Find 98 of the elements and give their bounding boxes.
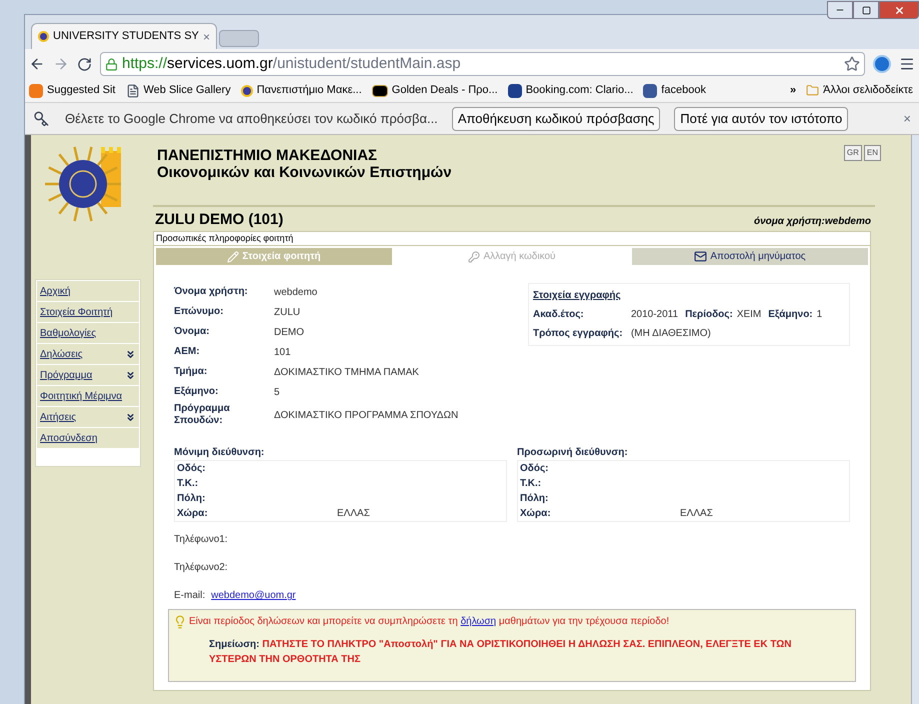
field-value: ZULU [274, 306, 300, 320]
sidebar-item[interactable]: Αρχική [37, 281, 139, 301]
field-label: Οδός: [520, 462, 550, 476]
university-name: Οικονομικών και Κοινωνικών Επιστημών [157, 164, 452, 181]
university-name: ΠΑΝΕΠΙΣΤΗΜΙΟ ΜΑΚΕΔΟΝΙΑΣ [157, 147, 378, 164]
field-value: 5 [274, 386, 280, 400]
phone-label: Τηλέφωνο1: [174, 533, 229, 547]
field-label: Τ.Κ.: [520, 477, 542, 491]
field-value: 101 [274, 346, 291, 360]
language-button[interactable]: GR [844, 145, 862, 161]
maximize-button[interactable] [853, 1, 879, 19]
field-label: Πρόγραμμα Σπουδών: [174, 403, 231, 427]
field-value: ΧΕΙΜ [736, 308, 762, 322]
tab-close-button[interactable]: × [202, 28, 210, 46]
field-label: Τμήμα: [174, 366, 208, 378]
sidebar-item[interactable]: Αποσύνδεση [37, 428, 139, 448]
field-label: Όνομα χρήστη: [174, 286, 249, 298]
bookmark-icon [29, 84, 43, 98]
menu-icon[interactable] [899, 56, 915, 72]
field-label: Χώρα: [177, 507, 209, 521]
url-text: https://services.uom.gr/unistudent/studentMain.asp [122, 54, 462, 74]
sidebar-item[interactable]: Πρόγραμμα [37, 365, 139, 385]
bookmark-link[interactable]: facebook [643, 82, 706, 99]
key-icon [468, 250, 480, 262]
browser-tab[interactable]: UNIVERSITY STUDENTS SY × [31, 23, 217, 49]
back-icon[interactable] [29, 56, 45, 72]
field-label: Εξάμηνο: [174, 386, 220, 398]
envelope-icon [694, 250, 708, 263]
sun-logo-icon [38, 31, 49, 42]
field-value: ΔΟΚΙΜΑΣΤΙΚΟ ΠΡΟΓΡΑΜΜΑ ΣΠΟΥΔΩΝ [274, 408, 458, 422]
pencil-icon [227, 250, 240, 262]
email-link[interactable]: webdemo@uom.gr [211, 588, 296, 603]
bookmark-icon [643, 84, 658, 98]
address-title: Μόνιμη διεύθυνση: [174, 446, 266, 460]
field-label: Περίοδος: [685, 308, 733, 322]
page-tab[interactable]: Αποστολή μηνύματος [632, 248, 868, 265]
bookmark-link[interactable]: Golden Deals - Προ... [372, 82, 498, 99]
bookmark-link[interactable]: Web Slice Gallery [126, 82, 231, 99]
field-label: Επώνυμο: [174, 306, 224, 318]
field-value: ΕΛΛΑΣ [337, 507, 370, 521]
extension-icon[interactable] [873, 55, 891, 73]
reload-icon[interactable] [77, 56, 92, 72]
sidebar-item[interactable]: Αιτήσεις [37, 407, 139, 427]
student-heading: ZULU DEMO (101) [155, 210, 284, 230]
lock-icon [105, 58, 118, 70]
field-label: Εξάμηνο: [768, 308, 813, 322]
lightbulb-icon [173, 614, 187, 628]
field-label: Ακαδ.έτος: [532, 308, 585, 322]
address-title: Προσωρινή διεύθυνση: [517, 446, 629, 460]
maximize-icon [862, 6, 870, 14]
phone-label: Τηλέφωνο2: [174, 561, 229, 575]
close-icon [894, 4, 904, 16]
sidebar-item[interactable]: Φοιτητική Μέριμνα [37, 386, 139, 406]
more-bookmarks-button[interactable]: » [790, 82, 796, 99]
sidebar-item[interactable]: Στοιχεία Φοιτητή [37, 302, 139, 322]
section-title: Προσωπικές πληροφορίες φοιτητή [154, 232, 870, 246]
key-icon [33, 110, 49, 126]
username-text: όνομα χρήστη:webdemo [754, 215, 871, 229]
star-icon[interactable] [844, 56, 860, 72]
infobar-button[interactable]: Αποθήκευση κωδικού πρόσβασης [452, 106, 660, 130]
close-button[interactable] [879, 1, 919, 19]
field-value: 1 [816, 308, 822, 322]
field-label: ΑΕΜ: [174, 346, 201, 358]
infobar-button[interactable]: Ποτέ για αυτόν τον ιστότοπο [674, 106, 848, 130]
field-label: Πόλη: [177, 492, 206, 506]
field-value: (ΜΗ ΔΙΑΘΕΣΙΜΟ) [630, 327, 711, 341]
field-label: Χώρα: [520, 507, 552, 521]
email-label: E-mail: [174, 589, 206, 603]
bookmark-icon [372, 84, 388, 96]
field-label: Όνομα: [174, 326, 211, 338]
notice-note: Σημείωση: ΠΑΤΗΣΤΕ ΤΟ ΠΛΗΚΤΡΟ "Αποστολή" ΓΙΑ ΝΑ ΟΡΙΣΤΙΚΟΠΟΙΗΘΕΙ Η ΔΗΛΩΣΗ ΣΑΣ. ΕΠΙΠΛΕΟΝ, ΕΛΕΓΞΤΕ ΕΚ ΤΩΝ ΥΣΤΕΡΩΝ ΤΗΝ ΟΡΘΟΤΗΤΑ ΤΗΣ [208, 638, 793, 667]
address-field[interactable]: https://services.uom.gr/unistudent/studentMain.asp [100, 52, 865, 76]
field-label: Οδός: [177, 462, 206, 476]
sidebar-item[interactable]: Δηλώσεις [37, 344, 139, 364]
sun-logo-icon [240, 84, 253, 96]
field-label: Τ.Κ.: [177, 477, 200, 491]
language-button[interactable]: EN [864, 145, 881, 161]
registration-title[interactable]: Στοιχεία εγγραφής [532, 288, 845, 303]
infobar-message: Θέλετε το Google Chrome να αποθηκεύσει τον κωδικό πρόσβα... [65, 110, 438, 128]
declaration-link[interactable]: δήλωση [460, 616, 496, 627]
field-value: DEMO [274, 326, 304, 340]
page-icon [126, 84, 140, 98]
other-bookmarks-folder[interactable]: Άλλοι σελιδοδείκτε [806, 82, 915, 99]
bookmark-link[interactable]: Suggested Sit [29, 82, 116, 99]
field-value: ΕΛΛΑΣ [680, 507, 713, 521]
notice-message: Είναι περίοδος δηλώσεων και μπορείτε να συμπληρώσετε τη δήλωση μαθημάτων για την τρέχουσα περίοδο! [189, 615, 670, 629]
field-label: Τρόπος εγγραφής: [532, 327, 624, 341]
folder-icon [806, 84, 820, 97]
bookmark-link[interactable]: Booking.com: Clario... [508, 82, 634, 99]
bookmark-icon [508, 84, 522, 98]
field-value: 2010-2011 [630, 308, 678, 322]
field-label: Πόλη: [520, 492, 550, 506]
tab-title: UNIVERSITY STUDENTS SY [53, 29, 199, 44]
bookmark-link[interactable]: Πανεπιστήμιο Μακε... [240, 82, 362, 99]
field-value: ΔΟΚΙΜΑΣΤΙΚΟ ΤΜΗΜΑ ΠΑΜΑΚ [274, 366, 419, 380]
field-value: webdemo [274, 286, 318, 300]
sidebar-item[interactable]: Βαθμολογίες [37, 323, 139, 343]
infobar-close-button[interactable]: × [903, 108, 911, 128]
